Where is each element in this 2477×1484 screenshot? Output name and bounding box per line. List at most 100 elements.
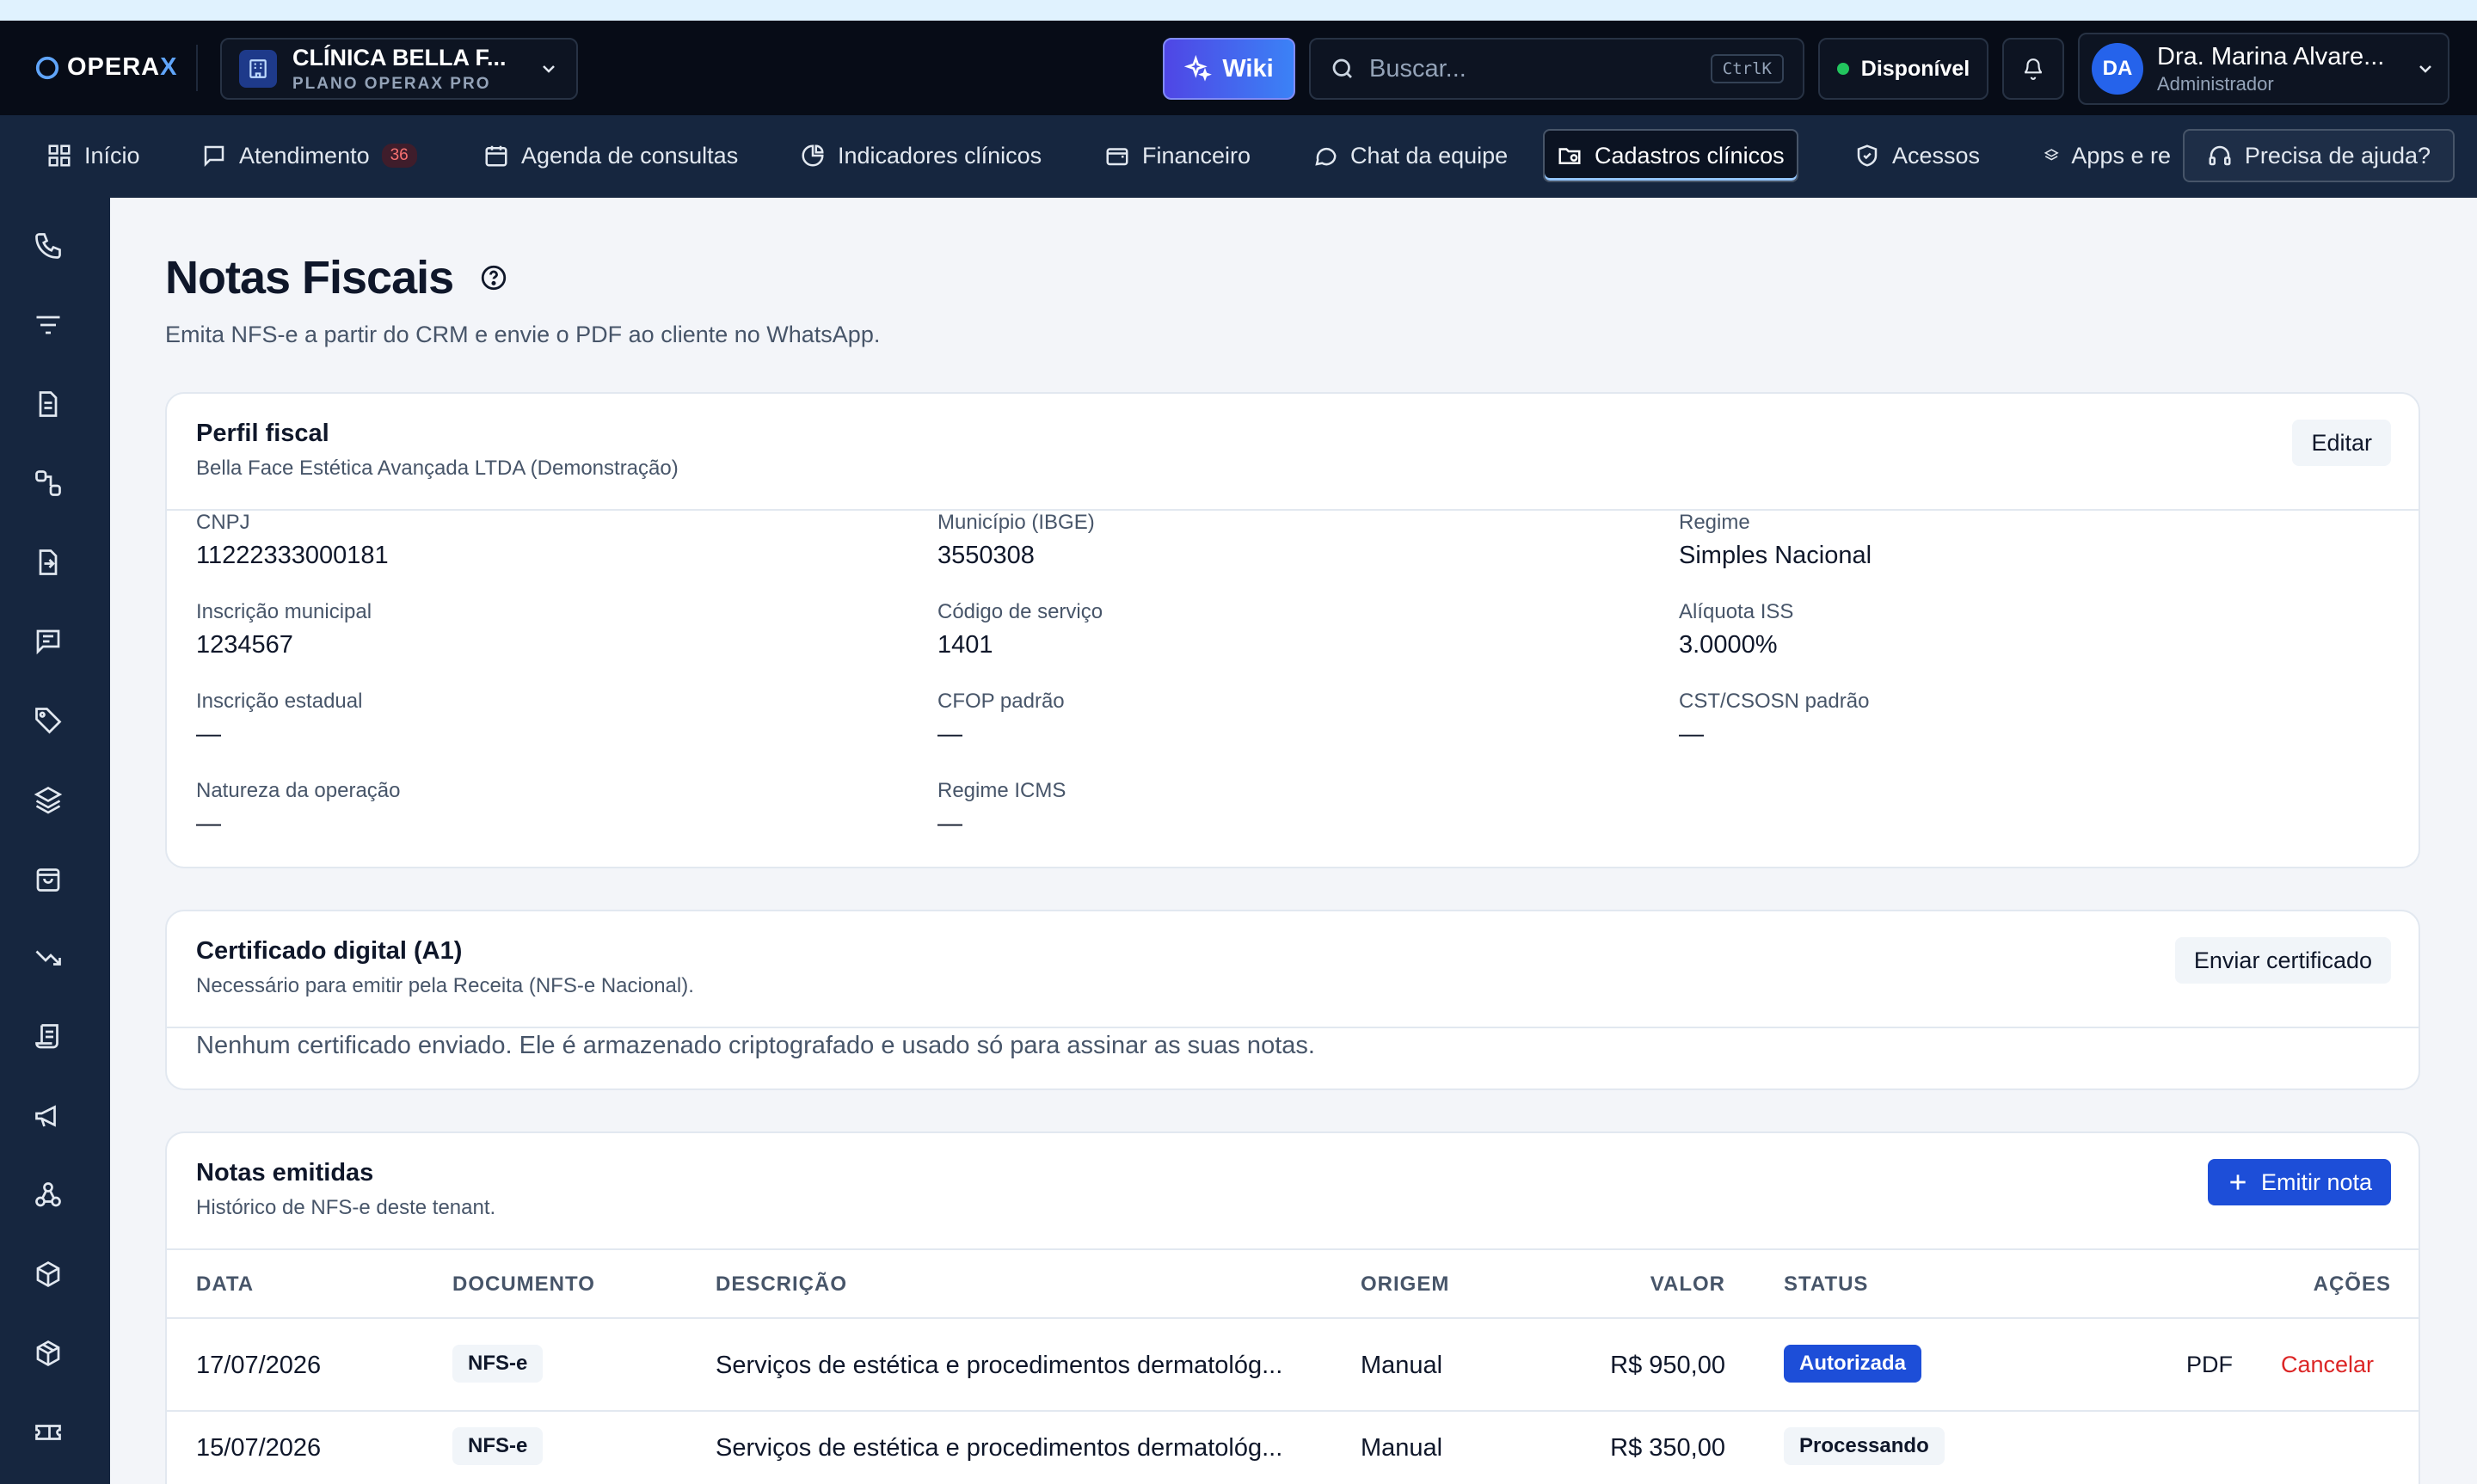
field-regime: Regime Simples Nacional — [1679, 511, 1872, 570]
invoices-card: Notas emitidas Histórico de NFS-e deste … — [165, 1131, 2420, 1484]
field-label: Alíquota ISS — [1679, 600, 1794, 623]
layers-icon — [2044, 149, 2059, 161]
field-label: Regime — [1679, 511, 1750, 534]
workflow-icon[interactable] — [31, 466, 65, 500]
nav-item-chat[interactable]: Chat da equipe — [1300, 129, 1520, 182]
ticket-icon[interactable] — [31, 1415, 65, 1450]
grid-icon — [48, 144, 71, 167]
nav-item-atendimento[interactable]: Atendimento 36 — [189, 129, 429, 182]
search-shortcut: CtrlK — [1710, 54, 1784, 83]
logo-text: OPERA — [67, 53, 161, 81]
sparkles-icon — [1184, 55, 1213, 82]
col-value[interactable]: VALOR — [1650, 1272, 1725, 1297]
chevron-down-icon — [2419, 65, 2431, 73]
field-value: — — [196, 721, 221, 748]
chevron-down-icon — [543, 65, 555, 73]
nav-item-agenda[interactable]: Agenda de consultas — [471, 129, 750, 182]
emit-invoice-button[interactable]: Emitir nota — [2207, 1159, 2391, 1205]
wallet-icon — [1106, 148, 1128, 166]
certificate-subtitle: Necessário para emitir pela Receita (NFS… — [196, 974, 694, 997]
trending-down-icon[interactable] — [31, 941, 65, 975]
phone-icon[interactable] — [31, 229, 65, 263]
top-bar: OPERAX CLÍNICA BELLA F... PLANO OPERAX P… — [0, 21, 2477, 115]
field-cst-csosn: CST/CSOSN padrão — — [1679, 690, 1869, 749]
clinic-plan: PLANO OPERAX PRO — [292, 74, 491, 93]
cell-description: Serviços de estética e procedimentos der… — [716, 1434, 1283, 1462]
building-icon — [239, 50, 277, 88]
nav-item-financeiro[interactable]: Financeiro — [1092, 129, 1263, 182]
search-box[interactable]: CtrlK — [1309, 38, 1804, 100]
table-row[interactable]: 17/07/2026 NFS-e Serviços de estética e … — [167, 1319, 2419, 1410]
field-codigo-servico: Código de serviço 1401 — [937, 600, 1103, 659]
pdf-link[interactable]: PDF — [2186, 1352, 2233, 1378]
clinic-selector[interactable]: CLÍNICA BELLA F... PLANO OPERAX PRO — [220, 38, 578, 100]
file-import-icon[interactable] — [31, 545, 65, 579]
message-square-icon[interactable] — [31, 624, 65, 659]
package-search-icon[interactable] — [31, 1257, 65, 1291]
main-nav: Início Atendimento 36 Agenda de consulta… — [0, 115, 2477, 198]
box-icon[interactable] — [31, 1336, 65, 1371]
bell-icon — [2024, 58, 2043, 80]
card-divider — [167, 1027, 2419, 1028]
scroll-icon[interactable] — [31, 1020, 65, 1054]
nav-item-cadastros[interactable]: Cadastros clínicos — [1543, 129, 1798, 182]
field-inscricao-estadual: Inscrição estadual — — [196, 690, 362, 749]
certificate-title: Certificado digital (A1) — [196, 937, 463, 965]
nav-item-apps[interactable]: Apps e re — [2031, 129, 2183, 182]
edit-profile-button[interactable]: Editar — [2292, 420, 2391, 466]
operax-logo[interactable]: OPERAX — [34, 53, 177, 82]
filter-icon[interactable] — [31, 308, 65, 342]
cell-value: R$ 350,00 — [1610, 1434, 1725, 1462]
upload-certificate-button[interactable]: Enviar certificado — [2174, 937, 2391, 984]
field-label: Inscrição estadual — [196, 690, 363, 713]
field-value: 1234567 — [196, 631, 293, 659]
cancel-link[interactable]: Cancelar — [2281, 1352, 2374, 1378]
tag-icon[interactable] — [31, 703, 65, 738]
field-value: 3.0000% — [1679, 631, 1778, 659]
field-label: Natureza da operação — [196, 779, 401, 802]
nav-item-acessos[interactable]: Acessos — [1842, 129, 1992, 182]
avatar: DA — [2092, 43, 2143, 95]
doc-type-chip: NFS-e — [452, 1427, 544, 1465]
wiki-button[interactable]: Wiki — [1163, 38, 1295, 100]
table-row[interactable]: 15/07/2026 NFS-e Serviços de estética e … — [167, 1401, 2419, 1484]
field-value: 3550308 — [937, 542, 1035, 569]
calendar-icon — [485, 145, 507, 167]
doc-type-chip: NFS-e — [452, 1345, 544, 1383]
folder-icon — [1558, 148, 1581, 164]
notifications-button[interactable] — [2002, 38, 2064, 100]
availability-status[interactable]: Disponível — [1818, 38, 1988, 100]
col-origin[interactable]: ORIGEM — [1361, 1272, 1449, 1297]
search-icon — [1332, 58, 1352, 78]
search-input[interactable] — [1369, 54, 1697, 83]
layers-icon[interactable] — [31, 782, 65, 817]
col-status[interactable]: STATUS — [1784, 1272, 1868, 1297]
user-menu[interactable]: DA Dra. Marina Alvare... Administrador — [2078, 33, 2449, 105]
fiscal-profile-subtitle: Bella Face Estética Avançada LTDA (Demon… — [196, 457, 679, 480]
invoices-subtitle: Histórico de NFS-e deste tenant. — [196, 1196, 496, 1219]
cell-origin: Manual — [1361, 1352, 1443, 1379]
nav-item-inicio[interactable]: Início — [34, 129, 152, 182]
browser-strip — [0, 0, 2477, 21]
help-button[interactable]: Precisa de ajuda? — [2183, 129, 2455, 182]
col-description[interactable]: DESCRIÇÃO — [716, 1272, 847, 1297]
top-divider — [196, 45, 198, 91]
pie-chart-icon — [802, 144, 824, 167]
field-value: — — [196, 810, 221, 837]
page-title: Notas Fiscais — [165, 252, 454, 304]
field-regime-icms: Regime ICMS — — [937, 779, 1066, 838]
certificate-message: Nenhum certificado enviado. Ele é armaze… — [196, 1032, 1315, 1059]
nav-item-indicadores[interactable]: Indicadores clínicos — [788, 129, 1054, 182]
shopping-bag-icon[interactable] — [31, 862, 65, 896]
webhook-icon[interactable] — [31, 1178, 65, 1212]
help-circle-icon[interactable] — [479, 263, 508, 292]
nav-label: Financeiro — [1142, 142, 1251, 169]
col-date[interactable]: DATA — [196, 1272, 254, 1297]
cell-value: R$ 950,00 — [1610, 1352, 1725, 1379]
megaphone-icon[interactable] — [31, 1099, 65, 1133]
field-value: — — [937, 721, 962, 748]
document-icon[interactable] — [31, 387, 65, 421]
col-document[interactable]: DOCUMENTO — [452, 1272, 595, 1297]
nav-label: Indicadores clínicos — [838, 142, 1042, 169]
table-header: DATA DOCUMENTO DESCRIÇÃO ORIGEM VALOR ST… — [167, 1248, 2419, 1317]
